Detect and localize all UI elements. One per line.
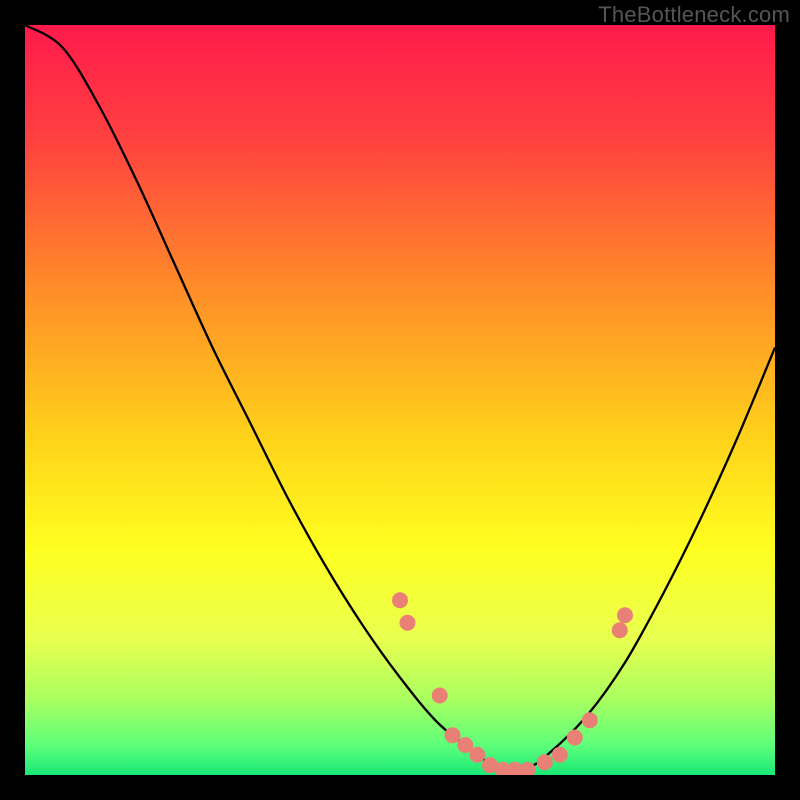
background-gradient [25,25,775,775]
watermark-text: TheBottleneck.com [598,2,790,28]
plot-area [25,25,775,775]
chart-frame: TheBottleneck.com [0,0,800,800]
